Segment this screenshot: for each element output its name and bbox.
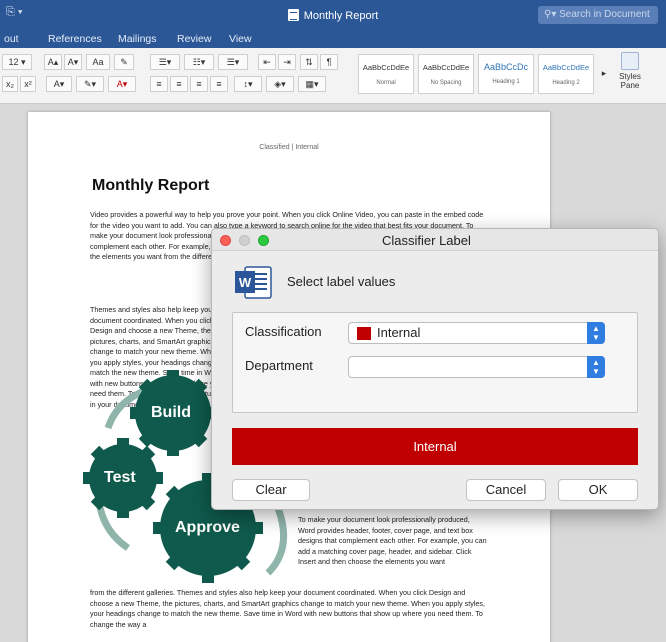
align-left-button[interactable]: ≡ — [150, 76, 168, 92]
ribbon: 12 ▾ A▴ A▾ Aa ✎ ☰▾ ☷▾ ☰▾ ⇤ ⇥ ⇅ ¶ x₂ x² A… — [0, 48, 666, 104]
change-case-button[interactable]: Aa — [86, 54, 110, 70]
document-title-text: Monthly Report — [303, 10, 379, 22]
tab-layout[interactable]: out — [4, 33, 19, 45]
classifier-label-dialog: Classifier Label W Select label values C… — [211, 228, 659, 510]
ribbon-tabs: out References Mailings Review View — [0, 30, 666, 48]
justify-button[interactable]: ≡ — [210, 76, 228, 92]
tab-mailings[interactable]: Mailings — [118, 33, 157, 45]
dialog-title-bar: Classifier Label — [212, 229, 658, 251]
sort-button[interactable]: ⇅ — [300, 54, 318, 70]
paragraph: To make your document look professionall… — [298, 515, 487, 566]
style-sample: AaBbCcDc — [483, 62, 528, 72]
svg-text:W: W — [239, 275, 252, 290]
style-name: No Spacing — [430, 80, 462, 86]
classification-label: Classification — [245, 324, 322, 339]
ok-button[interactable]: OK — [558, 479, 638, 501]
paragraph: from the different galleries. Themes and… — [90, 588, 485, 629]
styles-gallery-expand-icon[interactable]: ▸ — [598, 66, 610, 82]
label-fields-group: Classification Internal ▲ ▼ Department ▲ ▼ — [232, 312, 638, 413]
align-center-button[interactable]: ≡ — [170, 76, 188, 92]
font-size-value: 12 — [8, 57, 19, 67]
font-color-button[interactable]: A▾ — [108, 76, 136, 92]
style-normal[interactable]: AaBbCcDdEe Normal — [358, 54, 414, 94]
classification-banner: Internal — [232, 428, 638, 465]
gear-label-build: Build — [151, 404, 191, 421]
subscript-button[interactable]: x₂ — [2, 76, 18, 92]
text-effects-button[interactable]: A▾ — [46, 76, 72, 92]
cancel-button[interactable]: Cancel — [466, 479, 546, 501]
style-no-spacing[interactable]: AaBbCcDdEe No Spacing — [418, 54, 474, 94]
tab-view[interactable]: View — [229, 33, 252, 45]
increase-indent-button[interactable]: ⇥ — [278, 54, 296, 70]
close-button[interactable] — [220, 235, 231, 246]
word-title-bar: ⎘ ▾ Monthly Report ⚲▾ Search in Document — [0, 0, 666, 30]
style-name: Heading 1 — [492, 79, 520, 85]
classification-select[interactable]: Internal ▲ ▼ — [348, 322, 605, 344]
classification-value: Internal — [377, 325, 421, 340]
align-right-button[interactable]: ≡ — [190, 76, 208, 92]
bullets-button[interactable]: ☰▾ — [150, 54, 180, 70]
style-sample: AaBbCcDdEe — [542, 63, 590, 72]
style-sample: AaBbCcDdEe — [422, 63, 470, 72]
gear-label-test: Test — [104, 469, 136, 486]
multilevel-list-button[interactable]: ☰▾ — [218, 54, 248, 70]
document-icon — [287, 9, 299, 21]
highlight-button[interactable]: ✎▾ — [76, 76, 104, 92]
line-spacing-button[interactable]: ↕▾ — [234, 76, 262, 92]
classification-color-swatch — [357, 327, 371, 340]
shrink-font-button[interactable]: A▾ — [64, 54, 82, 70]
word-icon: W — [235, 266, 272, 299]
grow-font-button[interactable]: A▴ — [44, 54, 62, 70]
gear-label-approve: Approve — [175, 519, 240, 536]
tab-review[interactable]: Review — [177, 33, 211, 45]
style-sample: AaBbCcDdEe — [362, 63, 410, 72]
styles-pane-button[interactable]: Styles Pane — [614, 52, 646, 90]
decrease-indent-button[interactable]: ⇤ — [258, 54, 276, 70]
style-heading-1[interactable]: AaBbCcDc Heading 1 — [478, 54, 534, 94]
style-name: Heading 2 — [552, 80, 580, 86]
dialog-title: Classifier Label — [382, 233, 471, 248]
zoom-button[interactable] — [258, 235, 269, 246]
styles-pane-icon — [621, 52, 639, 70]
superscript-button[interactable]: x² — [20, 76, 36, 92]
clear-formatting-icon[interactable]: ✎ — [114, 54, 134, 70]
numbering-button[interactable]: ☷▾ — [184, 54, 214, 70]
style-name: Normal — [376, 80, 396, 86]
search-input[interactable]: ⚲▾ Search in Document — [538, 6, 658, 24]
search-icon: ⚲▾ — [544, 9, 560, 20]
chevron-up-down-icon: ▲ ▼ — [587, 356, 605, 378]
select-label-prompt: Select label values — [287, 274, 396, 289]
show-formatting-button[interactable]: ¶ — [320, 54, 338, 70]
document-heading: Monthly Report — [92, 177, 210, 194]
minimize-button[interactable] — [239, 235, 250, 246]
page-header: Classified | Internal — [259, 144, 319, 151]
department-label: Department — [245, 358, 313, 373]
style-heading-2[interactable]: AaBbCcDdEe Heading 2 — [538, 54, 594, 94]
font-size-select[interactable]: 12 ▾ — [2, 54, 32, 70]
search-placeholder: Search in Document — [559, 9, 650, 20]
styles-pane-label: Styles Pane — [619, 72, 641, 90]
department-select[interactable]: ▲ ▼ — [348, 356, 605, 378]
shading-button[interactable]: ◈▾ — [266, 76, 294, 92]
clear-button[interactable]: Clear — [232, 479, 310, 501]
chevron-up-down-icon: ▲ ▼ — [587, 322, 605, 344]
tab-references[interactable]: References — [48, 33, 102, 45]
borders-button[interactable]: ▦▾ — [298, 76, 326, 92]
